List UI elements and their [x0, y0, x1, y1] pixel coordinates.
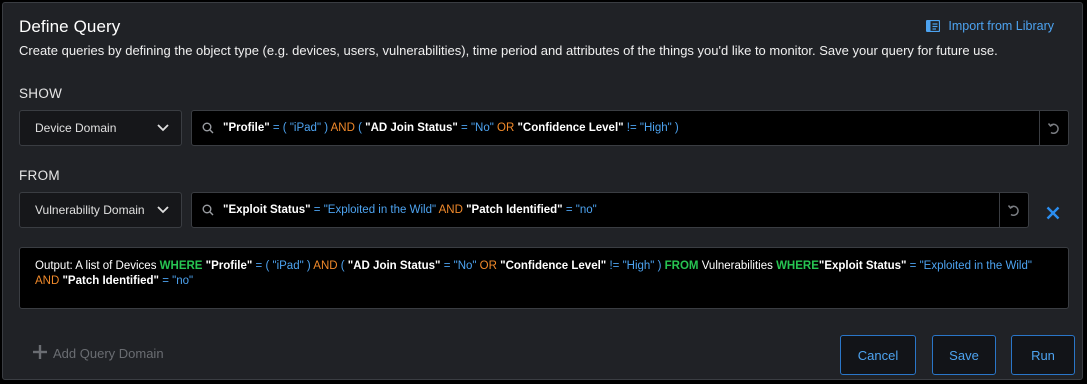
output-token: != [606, 260, 623, 272]
output-token: "Exploited in the Wild" [919, 260, 1032, 272]
output-token: ( [337, 260, 348, 272]
show-query-token: "Confidence Level" [517, 122, 624, 134]
plus-icon [33, 345, 47, 362]
cancel-button[interactable]: Cancel [840, 335, 916, 375]
library-icon [926, 20, 941, 32]
show-query-token: AND [330, 122, 355, 134]
show-query-token: "AD Join Status" [365, 122, 458, 134]
show-query-token: "iPad" [289, 122, 322, 134]
output-token: "High" [622, 260, 655, 272]
save-button[interactable]: Save [932, 335, 996, 375]
output-token: AND [313, 260, 338, 272]
import-from-library-label: Import from Library [948, 19, 1054, 33]
show-query-token: OR [493, 122, 518, 134]
undo-icon[interactable] [1039, 111, 1068, 145]
add-query-domain-button[interactable]: Add Query Domain [33, 345, 164, 362]
output-token: "No" [453, 260, 477, 272]
output-token: ) [303, 260, 314, 272]
show-query-input[interactable]: "Profile" = ( "iPad" ) AND ( "AD Join St… [191, 110, 1069, 146]
output-token: AND [35, 275, 63, 287]
show-query-token: = [457, 122, 471, 134]
output-token: WHERE [776, 260, 819, 272]
undo-icon[interactable] [999, 193, 1028, 227]
show-query-token: "Profile" [223, 122, 270, 134]
show-query-token: "High" [639, 122, 672, 134]
from-query-token: = [562, 204, 576, 216]
from-query-token: "Exploit Status" [223, 204, 311, 216]
output-token: OR [476, 260, 501, 272]
show-domain-value: Device Domain [35, 121, 117, 135]
from-query-token: AND [436, 204, 467, 216]
from-domain-value: Vulnerability Domain [35, 203, 145, 217]
output-token: = [440, 260, 454, 272]
chevron-down-icon [157, 203, 169, 217]
from-label: FROM [19, 168, 60, 183]
chevron-down-icon [157, 121, 169, 135]
output-token: Output: A list of Devices [35, 260, 160, 272]
output-token: = [159, 275, 173, 287]
output-token: = [906, 260, 920, 272]
output-token: "AD Join Status" [347, 260, 441, 272]
output-token: WHERE [159, 260, 206, 272]
run-button[interactable]: Run [1011, 335, 1075, 375]
output-token: "Confidence Level" [500, 260, 607, 272]
show-query-token: ) [321, 122, 331, 134]
show-label: SHOW [19, 86, 63, 101]
add-query-domain-label: Add Query Domain [53, 346, 164, 361]
output-token: "Profile" [205, 260, 253, 272]
from-query-text: "Exploit Status" = "Exploited in the Wil… [223, 204, 999, 216]
output-token: "iPad" [272, 260, 304, 272]
output-token: "no" [172, 275, 194, 287]
show-query-token: = ( [269, 122, 290, 134]
remove-domain-close-icon[interactable] [1043, 203, 1063, 223]
output-token: FROM [664, 260, 702, 272]
define-query-panel: Define Query Import from Library Create … [2, 2, 1083, 380]
import-from-library-link[interactable]: Import from Library [926, 19, 1054, 33]
from-query-token: "Exploited in the Wild" [323, 204, 437, 216]
from-query-token: "Patch Identified" [466, 204, 563, 216]
page-title: Define Query [19, 17, 121, 36]
show-query-token: != [623, 122, 640, 134]
show-domain-select[interactable]: Device Domain [19, 110, 182, 146]
from-query-input[interactable]: "Exploit Status" = "Exploited in the Wil… [191, 192, 1029, 228]
output-token: "Exploit Status" [818, 260, 907, 272]
show-query-token: ) [671, 122, 679, 134]
output-token: Vulnerabilities [701, 260, 777, 272]
show-query-text: "Profile" = ( "iPad" ) AND ( "AD Join St… [223, 122, 1039, 134]
search-icon [202, 122, 214, 134]
search-icon [202, 204, 214, 216]
output-token: = ( [252, 260, 273, 272]
description: Create queries by defining the object ty… [19, 43, 998, 58]
from-query-token: "no" [575, 204, 597, 216]
output-token: ) [654, 260, 665, 272]
output-token: "Patch Identified" [62, 275, 160, 287]
from-domain-select[interactable]: Vulnerability Domain [19, 192, 182, 228]
show-query-token: "No" [470, 122, 494, 134]
from-query-token: = [310, 204, 324, 216]
show-query-token: ( [354, 122, 366, 134]
query-output: Output: A list of Devices WHERE "Profile… [19, 247, 1069, 309]
